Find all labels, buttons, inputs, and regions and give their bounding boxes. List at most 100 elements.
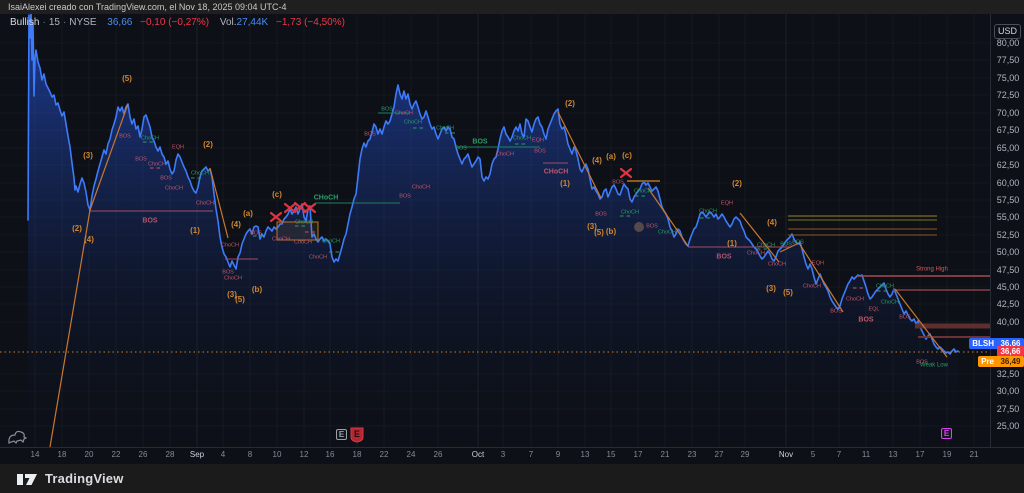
price-axis-label: 25,00: [991, 421, 1024, 431]
legend-separator: ·: [42, 17, 45, 28]
wave-label[interactable]: (2): [203, 140, 213, 149]
price-badge-premarket[interactable]: Pre36,49: [978, 356, 1024, 367]
watermark-text: IsaiAlexei creado con TradingView.com, e…: [8, 2, 287, 12]
time-axis-label: Nov: [774, 450, 798, 459]
time-axis-label: 10: [265, 450, 289, 459]
wave-label[interactable]: (4): [84, 235, 94, 244]
wave-label[interactable]: (5): [122, 74, 132, 83]
structure-label: ChoCH: [322, 239, 340, 245]
price-area-fill: [28, 14, 958, 447]
symbol-name[interactable]: Bullish: [10, 17, 39, 28]
wave-label[interactable]: (1): [190, 226, 200, 235]
time-axis-label: 18: [345, 450, 369, 459]
wave-label[interactable]: (b): [252, 285, 263, 294]
price-axis-label: 72,50: [991, 90, 1024, 100]
wave-label[interactable]: (3): [83, 151, 93, 160]
symbol-legend[interactable]: Bullish·15·NYSE 36,66 −0,10 (−0,27%) Vol…: [10, 17, 345, 28]
structure-label: BOS: [142, 218, 158, 225]
chart-pane[interactable]: (5)(3)(2)(2)(4)(1)(a)(4)(c)(b)(3)(5)(2)(…: [0, 14, 990, 447]
time-axis-label: 24: [399, 450, 423, 459]
structure-label: Strong High: [916, 267, 948, 273]
earnings-upcoming-icon[interactable]: E: [941, 428, 952, 439]
price-axis-label: 80,00: [991, 38, 1024, 48]
structure-label: BOS: [250, 231, 262, 237]
wave-label[interactable]: (5): [783, 288, 793, 297]
price-axis-label: 65,00: [991, 143, 1024, 153]
time-axis-label: 7: [827, 450, 851, 459]
price-axis-label: 52,50: [991, 230, 1024, 240]
time-axis-label: 14: [23, 450, 47, 459]
structure-label: BOS: [135, 157, 147, 163]
price-axis-label: 62,50: [991, 160, 1024, 170]
earnings-icon[interactable]: E: [336, 429, 347, 440]
exchange-label: NYSE: [69, 17, 96, 28]
wave-label[interactable]: (3): [766, 284, 776, 293]
price-axis-label: 42,50: [991, 299, 1024, 309]
price-axis-label: 30,00: [991, 386, 1024, 396]
structure-label: ChoCH: [747, 251, 765, 257]
time-axis-label: 22: [104, 450, 128, 459]
structure-label: BOS: [595, 212, 607, 218]
wave-label[interactable]: (1): [560, 179, 570, 188]
wave-label[interactable]: (4): [767, 218, 777, 227]
wave-label[interactable]: (1): [727, 239, 737, 248]
structure-label: ChoCH: [496, 152, 514, 158]
structure-label: BOS: [472, 139, 488, 146]
time-axis-label: 16: [318, 450, 342, 459]
wave-label[interactable]: (c): [272, 190, 282, 199]
structure-label: ChoCH: [699, 209, 717, 215]
wave-label[interactable]: (4): [231, 220, 241, 229]
wave-label[interactable]: (5): [235, 295, 245, 304]
structure-label: ChoCH: [876, 284, 894, 290]
brush-dot[interactable]: [634, 222, 644, 232]
time-axis-label: Oct: [466, 450, 490, 459]
structure-label: ChoCH: [658, 230, 676, 236]
time-axis-label: 27: [707, 450, 731, 459]
structure-label: EQH: [532, 138, 544, 144]
x-cross-mark[interactable]: [621, 169, 631, 177]
structure-label: BOS: [399, 194, 411, 200]
wave-label[interactable]: (5): [594, 228, 604, 237]
structure-label: ChoCH: [436, 126, 454, 132]
structure-label: ChoCH: [294, 240, 312, 246]
time-axis-label: 7: [519, 450, 543, 459]
price-axis[interactable]: USD 80,0077,5075,0072,5070,0067,5065,006…: [990, 14, 1024, 464]
structure-label: ChoCH: [757, 243, 775, 249]
structure-label: BOS: [612, 180, 624, 186]
wave-label[interactable]: (b): [606, 227, 617, 236]
structure-label: ChoCH: [309, 255, 327, 261]
price-chart-canvas[interactable]: (5)(3)(2)(2)(4)(1)(a)(4)(c)(b)(3)(5)(2)(…: [0, 14, 990, 447]
structure-label: ChoCH: [224, 276, 242, 282]
earnings-shield-icon[interactable]: E: [350, 427, 364, 443]
structure-label: BOS: [899, 315, 911, 321]
time-axis[interactable]: 141820222628Sep4810121618222426Oct379131…: [0, 447, 1024, 464]
tradingview-wordmark[interactable]: TradingView: [45, 471, 124, 486]
wave-label[interactable]: (a): [243, 209, 253, 218]
wave-label[interactable]: (c): [622, 151, 632, 160]
wave-label[interactable]: (4): [592, 156, 602, 165]
structure-label: BOS: [792, 240, 804, 246]
time-axis-label: 29: [733, 450, 757, 459]
wave-label[interactable]: (2): [72, 224, 82, 233]
currency-selector[interactable]: USD: [994, 24, 1021, 39]
structure-label: BOS: [780, 242, 792, 248]
structure-label: ChoCH: [191, 171, 209, 177]
structure-label: ChoCH: [768, 262, 786, 268]
dinosaur-doodle[interactable]: [5, 426, 27, 446]
structure-label: BOS: [716, 254, 732, 261]
footer-bar: TradingView: [0, 464, 1024, 493]
structure-label: ChoCH: [196, 201, 214, 207]
price-axis-label: 40,00: [991, 317, 1024, 327]
structure-label: EQH: [721, 201, 733, 207]
structure-label: ChoCH: [634, 189, 652, 195]
price-axis-label: 45,00: [991, 282, 1024, 292]
wave-label[interactable]: (a): [606, 152, 616, 161]
tradingview-logo-icon[interactable]: [16, 470, 38, 488]
structure-label: ChoCH: [846, 297, 864, 303]
structure-label: ChoCH: [295, 220, 313, 226]
wave-label[interactable]: (2): [565, 99, 575, 108]
structure-label: ChoCH: [395, 111, 413, 117]
structure-label: BOS: [646, 224, 658, 230]
interval-label[interactable]: 15: [49, 17, 60, 28]
wave-label[interactable]: (2): [732, 179, 742, 188]
